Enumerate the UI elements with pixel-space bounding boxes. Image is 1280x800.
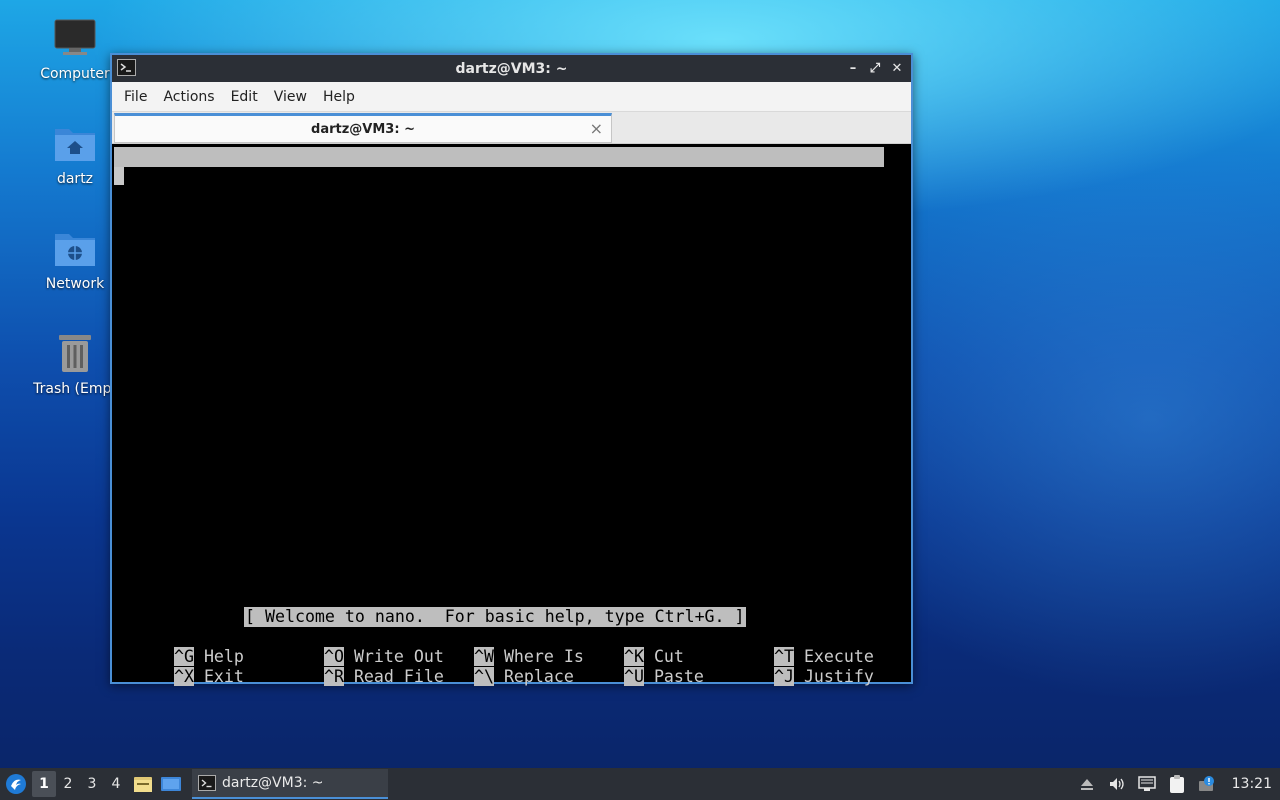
nano-buffer-name: New Buffer: [474, 187, 574, 206]
shortcut-key: ^J: [773, 667, 794, 686]
file-manager-icon: [134, 777, 152, 792]
desktop-icon-label: Trash (Empt: [33, 381, 117, 397]
workspace-2[interactable]: 2: [56, 771, 80, 797]
menubar: File Actions Edit View Help: [112, 82, 911, 112]
shortcut-key: ^\: [473, 667, 494, 686]
show-desktop-icon: [161, 777, 181, 791]
network-folder-icon: [53, 226, 97, 270]
show-desktop-button[interactable]: [158, 771, 184, 797]
lubuntu-logo-icon: [6, 774, 26, 794]
shortcut-help: ^G Help: [114, 627, 244, 666]
trash-icon: [53, 331, 97, 375]
network-status-icon[interactable]: [1136, 773, 1158, 795]
shortcut-where-is: ^W Where Is: [414, 627, 584, 666]
taskbar-task-label: dartz@VM3: ~: [222, 775, 324, 791]
close-button[interactable]: ✕: [887, 59, 907, 77]
taskbar: 1 2 3 4 dartz@VM3: ~ 13:21: [0, 768, 1280, 800]
clipboard-icon[interactable]: [1166, 773, 1188, 795]
tab-label: dartz@VM3: ~: [311, 121, 415, 137]
text-cursor: [114, 167, 124, 185]
menu-edit[interactable]: Edit: [223, 89, 266, 105]
tab-terminal[interactable]: dartz@VM3: ~ ×: [114, 113, 612, 143]
maximize-button[interactable]: ⤢: [865, 59, 885, 77]
nano-title-bar: GNU nano 6.2 New Buffer: [114, 147, 884, 206]
shortcut-label: Justify: [803, 667, 874, 686]
shortcut-justify: ^J Justify: [714, 647, 874, 686]
shortcut-label: Paste: [653, 667, 704, 686]
desktop-icon-label: Network: [45, 276, 105, 292]
shortcut-paste: ^U Paste: [564, 647, 704, 686]
menu-view[interactable]: View: [266, 89, 315, 105]
shortcut-exit: ^X Exit: [114, 647, 244, 686]
menu-help[interactable]: Help: [315, 89, 363, 105]
system-tray: 13:21: [1076, 768, 1280, 800]
tray-eject-icon[interactable]: [1076, 773, 1098, 795]
nano-status-message: [ Welcome to nano. For basic help, type …: [244, 607, 746, 627]
shortcut-key: ^R: [323, 667, 344, 686]
shortcut-label: Exit: [203, 667, 244, 686]
minimize-button[interactable]: –: [843, 59, 863, 77]
update-notifier-icon[interactable]: [1196, 773, 1218, 795]
tab-bar: dartz@VM3: ~ ×: [112, 112, 911, 144]
menu-file[interactable]: File: [116, 89, 155, 105]
home-folder-icon: [53, 121, 97, 165]
desktop-icon-label: dartz: [56, 171, 94, 187]
taskbar-task-terminal[interactable]: dartz@VM3: ~: [192, 769, 388, 799]
workspace-3[interactable]: 3: [80, 771, 104, 797]
shortcut-execute: ^T Execute: [714, 627, 874, 666]
shortcut-key: ^U: [623, 667, 644, 686]
clock[interactable]: 13:21: [1232, 776, 1272, 792]
terminal-area[interactable]: GNU nano 6.2 New Buffer [ Welcome to nan…: [112, 146, 911, 686]
computer-icon: [53, 16, 97, 60]
workspace-1[interactable]: 1: [32, 771, 56, 797]
window-title: dartz@VM3: ~: [455, 60, 568, 77]
desktop-icon-label: Computer: [40, 66, 110, 82]
terminal-window: dartz@VM3: ~ – ⤢ ✕ File Actions Edit Vie…: [110, 53, 913, 686]
terminal-icon: [117, 59, 136, 76]
tab-close-icon[interactable]: ×: [590, 119, 603, 138]
volume-icon[interactable]: [1106, 773, 1128, 795]
start-menu-button[interactable]: [0, 768, 32, 800]
shortcut-replace: ^\ Replace: [414, 647, 574, 686]
workspace-4[interactable]: 4: [104, 771, 128, 797]
nano-version: GNU nano 6.2: [134, 167, 254, 186]
window-titlebar[interactable]: dartz@VM3: ~ – ⤢ ✕: [112, 55, 911, 82]
shortcut-key: ^X: [173, 667, 194, 686]
menu-actions[interactable]: Actions: [155, 89, 222, 105]
shortcut-cut: ^K Cut: [564, 627, 684, 666]
terminal-icon: [198, 775, 216, 791]
file-manager-launcher[interactable]: [130, 771, 156, 797]
